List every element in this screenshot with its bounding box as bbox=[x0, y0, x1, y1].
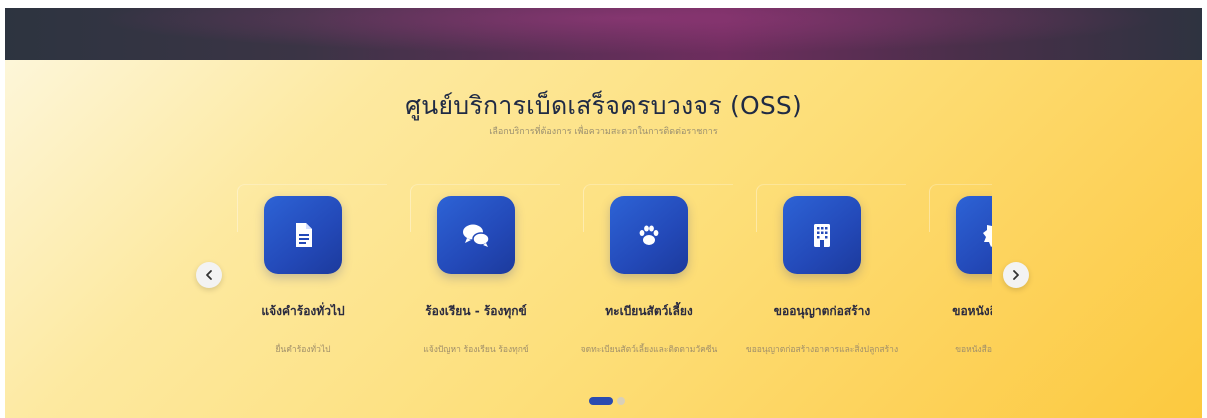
service-title: ร้องเรียน - ร้องทุกข์ bbox=[425, 304, 527, 318]
carousel-prev-button[interactable] bbox=[196, 262, 222, 288]
document-icon bbox=[264, 196, 342, 274]
carousel-next-button[interactable] bbox=[1003, 262, 1029, 288]
section-subtitle: เลือกบริการที่ต้องการ เพื่อความสะดวกในกา… bbox=[489, 127, 718, 137]
carousel-track: แจ้งคำร้องทั่วไป ยื่นคำร้องทั่วไป ร้องเร… bbox=[223, 170, 992, 380]
service-card-certificate[interactable]: ขอหนังสือรับรอง ขอหนังสือรับรองต่างๆ bbox=[915, 170, 992, 380]
service-title: ขอหนังสือรับรอง bbox=[952, 304, 992, 318]
service-title: ทะเบียนสัตว์เลี้ยง bbox=[605, 304, 693, 318]
service-card-pet-registration[interactable]: ทะเบียนสัตว์เลี้ยง จดทะเบียนสัตว์เลี้ยงแ… bbox=[569, 170, 738, 380]
pagination-dot[interactable] bbox=[617, 397, 625, 405]
pagination-dot-active[interactable] bbox=[589, 397, 613, 405]
chat-icon bbox=[437, 196, 515, 274]
building-icon bbox=[783, 196, 861, 274]
carousel-pagination bbox=[589, 397, 625, 405]
service-description: แจ้งปัญหา ร้องเรียน ร้องทุกข์ bbox=[423, 345, 529, 355]
chevron-left-icon bbox=[206, 270, 212, 280]
service-card-complaint[interactable]: ร้องเรียน - ร้องทุกข์ แจ้งปัญหา ร้องเรีย… bbox=[396, 170, 565, 380]
hero-banner-image bbox=[5, 8, 1202, 60]
certificate-icon bbox=[956, 196, 992, 274]
service-title: แจ้งคำร้องทั่วไป bbox=[261, 304, 345, 318]
service-description: ขอหนังสือรับรองต่างๆ bbox=[955, 345, 992, 355]
oss-section: ศูนย์บริการเบ็ดเสร็จครบวงจร (OSS) เลือกบ… bbox=[5, 60, 1202, 418]
service-title: ขออนุญาตก่อสร้าง bbox=[773, 304, 871, 318]
service-description: ขออนุญาตก่อสร้างอาคารและสิ่งปลูกสร้าง bbox=[745, 345, 899, 355]
service-description: ยื่นคำร้องทั่วไป bbox=[275, 345, 331, 355]
paw-icon bbox=[610, 196, 688, 274]
service-description: จดทะเบียนสัตว์เลี้ยงและติดตามวัคซีน bbox=[580, 345, 718, 355]
carousel-viewport: แจ้งคำร้องทั่วไป ยื่นคำร้องทั่วไป ร้องเร… bbox=[223, 170, 992, 380]
chevron-right-icon bbox=[1013, 270, 1019, 280]
service-card-general-request[interactable]: แจ้งคำร้องทั่วไป ยื่นคำร้องทั่วไป bbox=[223, 170, 392, 380]
service-card-building-permit[interactable]: ขออนุญาตก่อสร้าง ขออนุญาตก่อสร้างอาคารแล… bbox=[742, 170, 911, 380]
section-title: ศูนย์บริการเบ็ดเสร็จครบวงจร (OSS) bbox=[405, 91, 802, 120]
